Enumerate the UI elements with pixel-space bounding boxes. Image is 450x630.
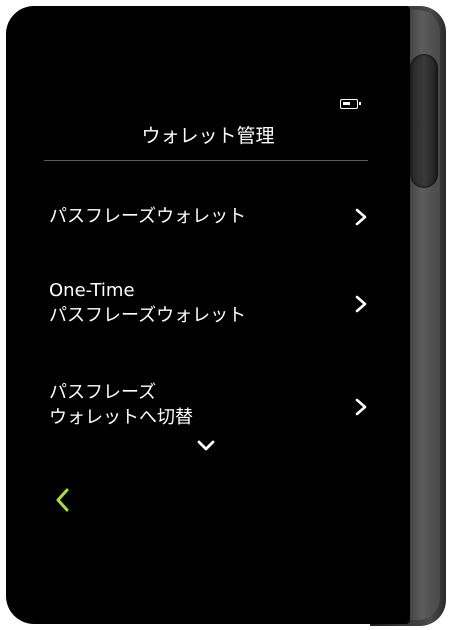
back-button-chevron-left-icon[interactable] bbox=[52, 486, 74, 514]
menu-item-label: パスフレーズ ウォレットへ切替 bbox=[49, 380, 193, 430]
battery-low-icon bbox=[340, 99, 361, 109]
menu-item-switch-to-passphrase-wallet[interactable]: パスフレーズ ウォレットへ切替 bbox=[6, 374, 410, 434]
chevron-right-icon bbox=[355, 398, 367, 416]
chevron-right-icon bbox=[355, 208, 367, 226]
menu-item-label-line: パスフレーズウォレット bbox=[49, 305, 247, 326]
chevron-down-icon[interactable] bbox=[197, 439, 215, 453]
page-title: ウォレット管理 bbox=[141, 125, 275, 147]
chevron-right-icon bbox=[355, 295, 367, 313]
menu-item-label-line: パスフレーズ bbox=[49, 382, 157, 403]
menu-item-label-line: One-Time bbox=[49, 280, 135, 301]
menu-item-label: One-Time パスフレーズウォレット bbox=[49, 278, 246, 328]
header-divider bbox=[44, 160, 368, 161]
menu-item-passphrase-wallet[interactable]: パスフレーズウォレット bbox=[6, 196, 410, 236]
menu-item-label-line: ウォレットへ切替 bbox=[49, 407, 193, 428]
device-screen: ウォレット管理 パスフレーズウォレット One-Time パスフレーズウォレット… bbox=[6, 6, 410, 624]
hardware-wallet-device: ウォレット管理 パスフレーズウォレット One-Time パスフレーズウォレット… bbox=[0, 0, 450, 630]
device-side-button[interactable] bbox=[410, 54, 438, 188]
menu-item-one-time-passphrase-wallet[interactable]: One-Time パスフレーズウォレット bbox=[6, 274, 410, 334]
menu-item-label: パスフレーズウォレット bbox=[49, 204, 246, 229]
menu-item-label-line: パスフレーズウォレット bbox=[49, 206, 247, 227]
